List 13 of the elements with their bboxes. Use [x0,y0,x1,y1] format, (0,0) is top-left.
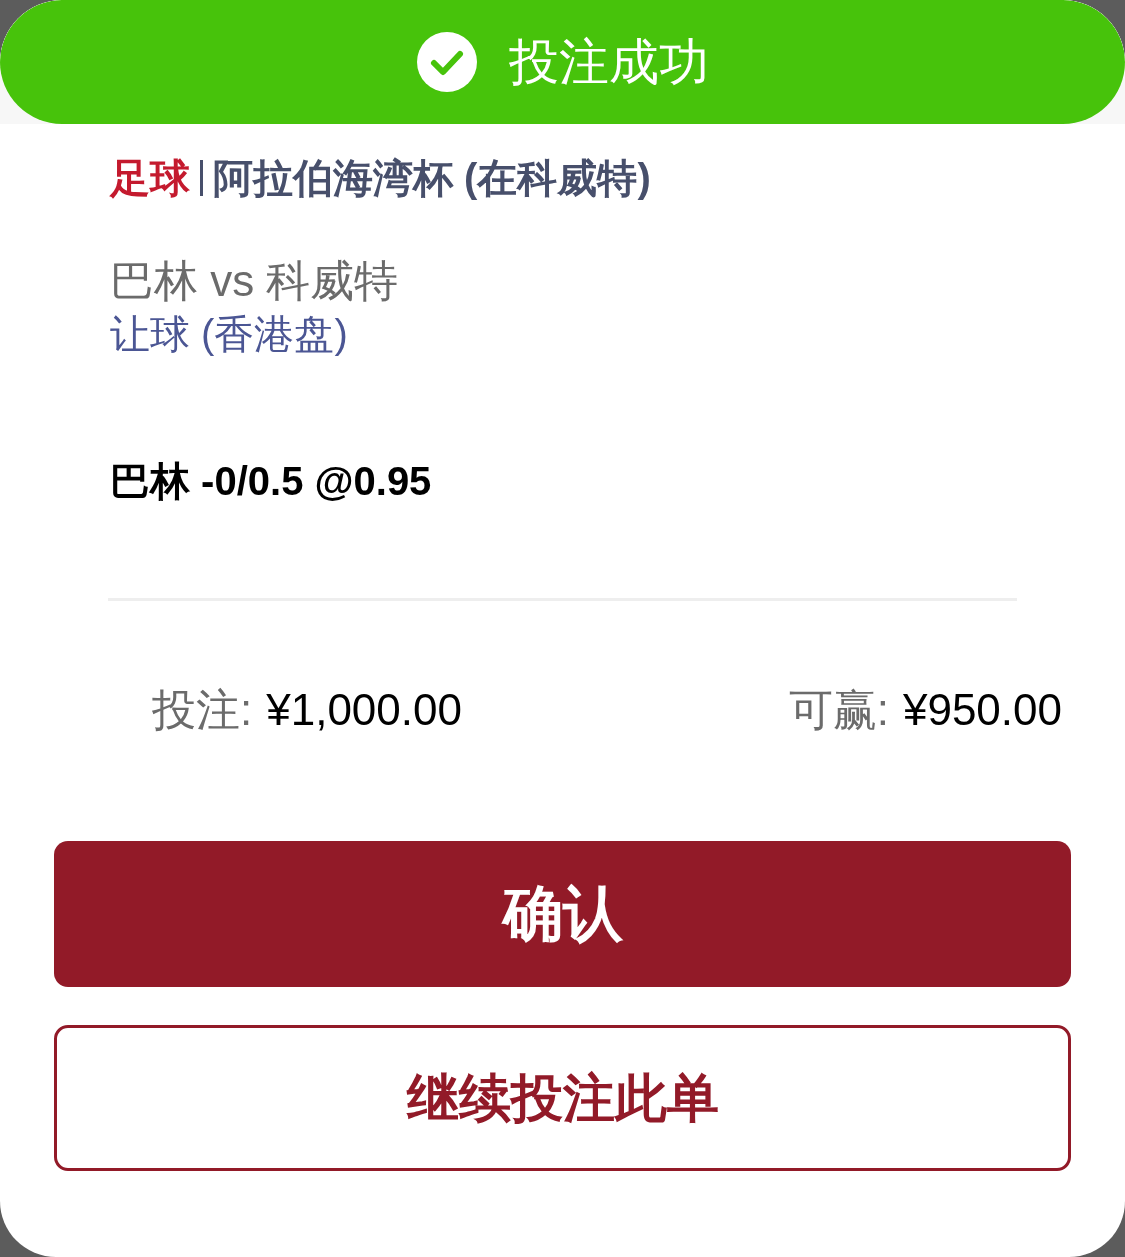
check-circle-icon [416,32,477,92]
summary-amount: ¥1,000.00 [266,684,462,736]
match-title: 巴林 vs 科威特 [110,255,399,307]
market-type: 让球 (香港盘) [110,311,348,358]
sport-label: 足球 [110,155,190,202]
summary-amount: ¥950.00 [902,684,1062,736]
league-title: 阿拉伯海湾杯 (在科威特) [213,155,651,202]
confirm-button[interactable]: 确认 [54,841,1071,987]
bet-selection: 巴林 -0/0.5 @0.95 [110,459,432,503]
continue-betting-button[interactable]: 继续投注此单 [54,1025,1071,1171]
banner-title: 投注成功 [508,37,709,87]
summary-label: 投注: [152,684,253,736]
summary-label: 可赢: [788,684,889,736]
